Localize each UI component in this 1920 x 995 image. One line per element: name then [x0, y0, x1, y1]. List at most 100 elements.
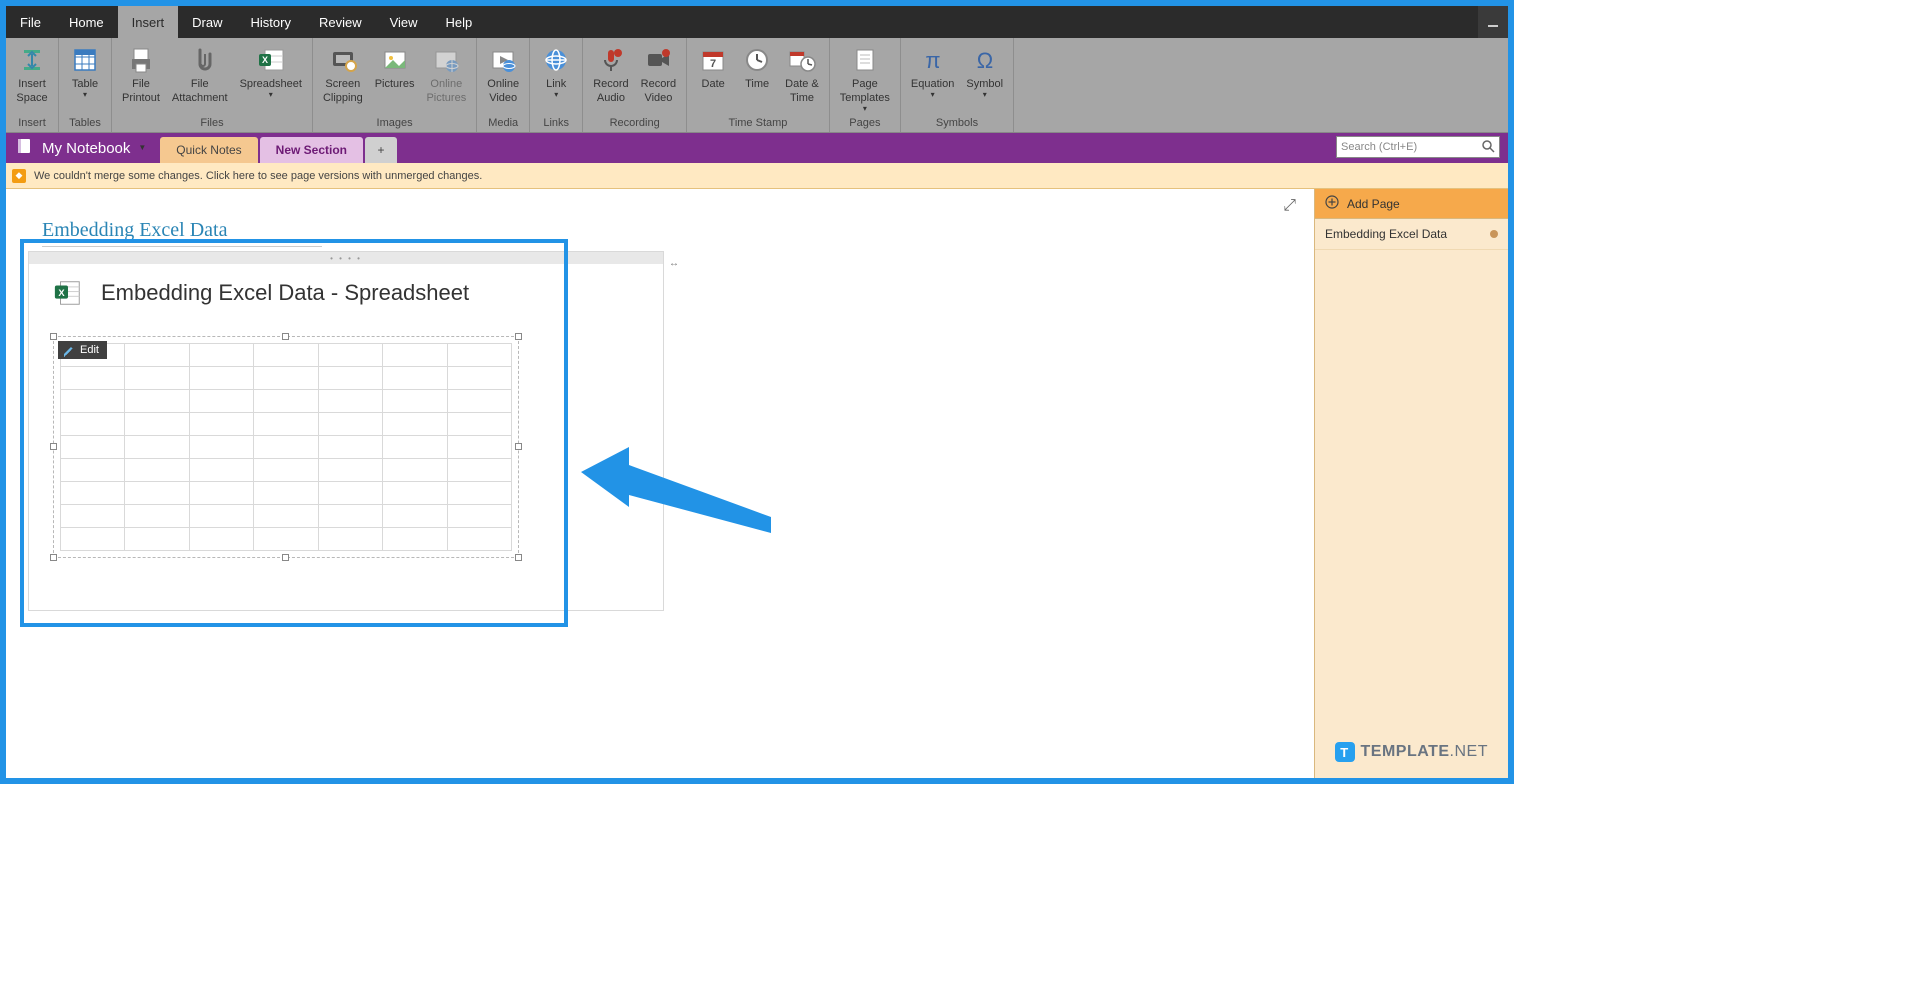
page-list-item[interactable]: Embedding Excel Data	[1315, 219, 1508, 250]
page-canvas[interactable]: ⤢ Embedding Excel Data Tuesday, July 5, …	[6, 189, 1314, 778]
note-container[interactable]: • • • • ↔ X Embedding Excel Data - Sprea…	[28, 251, 664, 611]
ribbon-group-insert: Insert SpaceInsert	[6, 38, 59, 132]
add-page-button[interactable]: Add Page	[1315, 189, 1508, 219]
cell	[447, 390, 511, 413]
selection-handle[interactable]	[282, 554, 289, 561]
selection-handle[interactable]	[515, 443, 522, 450]
page-templates-button[interactable]: Page Templates▾	[834, 42, 896, 115]
link-button[interactable]: Link▾	[534, 42, 578, 101]
cell	[61, 528, 125, 551]
resize-handle-icon[interactable]: ↔	[669, 258, 679, 269]
selection-handle[interactable]	[282, 333, 289, 340]
date-time-button[interactable]: Date & Time	[779, 42, 825, 108]
selection-handle[interactable]	[50, 554, 57, 561]
file-printout-icon	[125, 44, 157, 76]
menu-history[interactable]: History	[237, 6, 305, 38]
spreadsheet-button[interactable]: XSpreadsheet▾	[234, 42, 308, 101]
record-video-icon	[642, 44, 674, 76]
cell	[125, 482, 189, 505]
pictures-button[interactable]: Pictures	[369, 42, 421, 94]
svg-text:7: 7	[710, 58, 716, 70]
cell	[383, 413, 447, 436]
time-button[interactable]: Time	[735, 42, 779, 94]
page-title[interactable]: Embedding Excel Data	[42, 219, 1314, 242]
record-audio-button[interactable]: Record Audio	[587, 42, 634, 108]
embedded-spreadsheet[interactable]: Edit	[53, 336, 519, 558]
info-bar[interactable]: ◆ We couldn't merge some changes. Click …	[6, 163, 1508, 189]
menu-insert[interactable]: Insert	[118, 6, 179, 38]
chevron-down-icon: ▾	[269, 90, 273, 99]
add-page-label: Add Page	[1347, 197, 1400, 211]
cell	[447, 413, 511, 436]
online-video-button[interactable]: Online Video	[481, 42, 525, 108]
menu-file[interactable]: File	[6, 6, 55, 38]
screen-clipping-button[interactable]: Screen Clipping	[317, 42, 369, 108]
edit-button[interactable]: Edit	[58, 341, 107, 359]
cell	[318, 482, 382, 505]
table-button[interactable]: Table▾	[63, 42, 107, 101]
online-video-icon	[487, 44, 519, 76]
cell	[189, 505, 253, 528]
chevron-down-icon: ▾	[931, 90, 935, 99]
page-item-label: Embedding Excel Data	[1325, 227, 1447, 241]
online-pictures-icon	[430, 44, 462, 76]
ribbon-group-media: Online VideoMedia	[477, 38, 530, 132]
online-pictures-button[interactable]: Online Pictures	[420, 42, 472, 108]
excel-icon: X	[53, 278, 83, 308]
ribbon-group-label: Time Stamp	[687, 115, 829, 132]
symbol-button[interactable]: ΩSymbol▾	[960, 42, 1009, 101]
symbol-icon: Ω	[969, 44, 1001, 76]
spreadsheet-icon: X	[255, 44, 287, 76]
search-input[interactable]: Search (Ctrl+E)	[1336, 136, 1500, 158]
date-button[interactable]: 7Date	[691, 42, 735, 94]
cell	[383, 367, 447, 390]
selection-handle[interactable]	[50, 443, 57, 450]
cell	[61, 482, 125, 505]
cell	[61, 459, 125, 482]
cell	[447, 482, 511, 505]
cell	[447, 436, 511, 459]
link-icon	[540, 44, 572, 76]
ribbon-group-label: Files	[112, 115, 312, 132]
ribbon-group-label: Images	[313, 115, 476, 132]
cell	[447, 344, 511, 367]
notebook-name: My Notebook	[42, 140, 130, 157]
cell	[318, 367, 382, 390]
selection-handle[interactable]	[515, 333, 522, 340]
cell	[125, 505, 189, 528]
record-video-button[interactable]: Record Video	[635, 42, 682, 108]
ribbon-group-label: Links	[530, 115, 582, 132]
selection-handle[interactable]	[50, 333, 57, 340]
ribbon-btn-label: Pictures	[375, 78, 415, 92]
pictures-icon	[379, 44, 411, 76]
add-section-button[interactable]: +	[365, 137, 397, 163]
cell	[447, 367, 511, 390]
expand-icon[interactable]: ⤢	[1283, 197, 1296, 215]
ribbon-collapse-icon[interactable]	[1478, 6, 1508, 38]
container-grip[interactable]: • • • •	[29, 252, 663, 264]
template-logo-icon: T	[1335, 742, 1355, 762]
cell	[318, 413, 382, 436]
menu-home[interactable]: Home	[55, 6, 118, 38]
equation-button[interactable]: πEquation▾	[905, 42, 960, 101]
menu-review[interactable]: Review	[305, 6, 376, 38]
watermark-suffix: .NET	[1450, 743, 1488, 760]
notebook-icon	[16, 137, 34, 159]
cell	[189, 459, 253, 482]
notebook-selector[interactable]: My Notebook ▼	[6, 133, 160, 163]
section-tab-new-section[interactable]: New Section	[260, 137, 363, 163]
ribbon-btn-label: Date & Time	[785, 78, 819, 106]
cell	[189, 436, 253, 459]
cell	[383, 482, 447, 505]
section-tab-quick-notes[interactable]: Quick Notes	[160, 137, 257, 163]
menu-draw[interactable]: Draw	[178, 6, 236, 38]
insert-space-button[interactable]: Insert Space	[10, 42, 54, 108]
menu-view[interactable]: View	[376, 6, 432, 38]
ribbon-group-time-stamp: 7DateTimeDate & Time Time Stamp	[687, 38, 830, 132]
file-attachment-button[interactable]: File Attachment	[166, 42, 234, 108]
page-panel: Add Page Embedding Excel Data	[1314, 189, 1508, 778]
selection-handle[interactable]	[515, 554, 522, 561]
file-printout-button[interactable]: File Printout	[116, 42, 166, 108]
menu-help[interactable]: Help	[432, 6, 487, 38]
chevron-down-icon: ▼	[138, 143, 146, 152]
